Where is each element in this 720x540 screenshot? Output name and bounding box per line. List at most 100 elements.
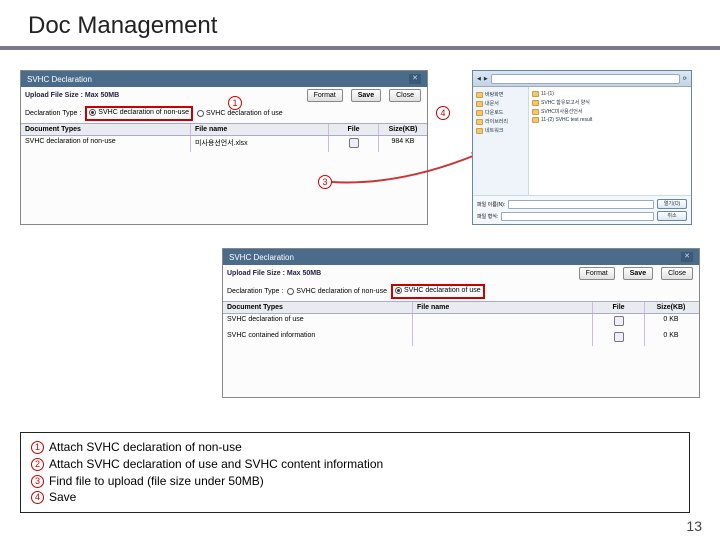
refresh-icon[interactable]: ⟳ xyxy=(683,76,687,82)
file-dialog: ◀ ▶ ⟳ 바탕화면 내문서 다운로드 라이브러리 네트워크 11-(1) SV… xyxy=(472,70,692,225)
folder-icon xyxy=(476,101,483,107)
legend-text: Attach SVHC declaration of non-use xyxy=(49,439,242,456)
radio-nonuse-2[interactable]: SVHC declaration of non-use xyxy=(287,288,387,295)
folder-icon xyxy=(476,92,483,98)
attach-icon[interactable] xyxy=(349,138,359,148)
legend-text: Save xyxy=(49,489,76,506)
sidebar-label: 바탕화면 xyxy=(485,91,503,98)
filename-input[interactable] xyxy=(508,200,654,209)
file-item[interactable]: 11-(1) xyxy=(532,90,688,98)
svhc-panel-1: SVHC Declaration ✕ Upload File Size : Ma… xyxy=(20,70,428,225)
legend-item-3: 3 Find file to upload (file size under 50… xyxy=(31,473,679,490)
th-filename-2: File name xyxy=(413,302,593,313)
file-label: 11-(2) SVHC test result xyxy=(541,117,592,123)
panel2-close-icon[interactable]: ✕ xyxy=(681,252,693,262)
file-item[interactable]: SVHC 함유보고서 양식 xyxy=(532,98,688,107)
cell-fileicon[interactable] xyxy=(329,136,379,152)
th-file-2: File xyxy=(593,302,645,313)
radio-nonuse-label-2: SVHC declaration of non-use xyxy=(296,288,387,295)
legend-text: Attach SVHC declaration of use and SVHC … xyxy=(49,456,383,473)
sidebar-item[interactable]: 네트워크 xyxy=(476,126,525,135)
cell-filename: 미사용선언서.xlsx xyxy=(191,136,329,152)
legend-item-1: 1Attach SVHC declaration of non-use xyxy=(31,439,679,456)
sidebar-item[interactable]: 내문서 xyxy=(476,99,525,108)
folder-icon xyxy=(476,119,483,125)
file-dialog-footer: 파일 이름(N): 열기(O) 파일 형식: 취소 xyxy=(473,195,691,223)
cell-size: 0 KB xyxy=(645,330,697,346)
cell-doctype: SVHC declaration of non-use xyxy=(21,136,191,152)
sidebar-label: 라이브러리 xyxy=(485,118,508,125)
back-icon[interactable]: ◀ xyxy=(477,76,481,82)
cell-fileicon[interactable] xyxy=(593,330,645,346)
th-file: File xyxy=(329,124,379,135)
title-underline xyxy=(0,46,720,50)
radio-use[interactable]: SVHC declaration of use xyxy=(197,110,283,117)
declaration-type-label: Declaration Type : xyxy=(25,110,81,117)
panel1-title: SVHC Declaration xyxy=(27,75,92,84)
file-item[interactable]: 11-(2) SVHC test result xyxy=(532,116,688,124)
close-button-2[interactable]: Close xyxy=(661,267,693,280)
folder-icon xyxy=(532,91,539,97)
folder-icon xyxy=(532,109,539,115)
format-button-2[interactable]: Format xyxy=(579,267,615,280)
file-label: 11-(1) xyxy=(541,91,554,97)
close-button[interactable]: Close xyxy=(389,89,421,102)
cell-size: 984 KB xyxy=(379,136,427,152)
file-dialog-header: ◀ ▶ ⟳ xyxy=(473,71,691,87)
th-size-2: Size(KB) xyxy=(645,302,697,313)
sidebar-item[interactable]: 바탕화면 xyxy=(476,90,525,99)
legend-box: 1Attach SVHC declaration of non-use 2 Att… xyxy=(20,432,690,513)
content-canvas: SVHC Declaration ✕ Upload File Size : Ma… xyxy=(0,60,720,495)
declaration-type-label-2: Declaration Type : xyxy=(227,288,283,295)
page-title: Doc Management xyxy=(0,0,720,46)
open-button[interactable]: 열기(O) xyxy=(657,199,687,209)
panel2-table-header: Document Types File name File Size(KB) xyxy=(223,301,699,314)
legend-text: Find file to upload (file size under 50M… xyxy=(49,473,264,490)
anno-3: 3 xyxy=(318,175,332,189)
folder-icon xyxy=(532,100,539,106)
filetype-select[interactable] xyxy=(501,212,654,221)
panel2-title: SVHC Declaration xyxy=(229,253,294,262)
attach-icon[interactable] xyxy=(614,316,624,326)
radio-nonuse[interactable]: SVHC declaration of non-use xyxy=(89,109,189,116)
legend-num: 3 xyxy=(31,475,44,488)
cell-doctype: SVHC contained information xyxy=(223,330,413,346)
page-number: 13 xyxy=(686,518,702,534)
table-row: SVHC contained information 0 KB xyxy=(223,330,699,346)
upload-size-label-2: Upload File Size : Max 50MB xyxy=(227,270,321,277)
cell-filename xyxy=(413,330,593,346)
format-button[interactable]: Format xyxy=(307,89,343,102)
th-size: Size(KB) xyxy=(379,124,427,135)
file-list: 11-(1) SVHC 함유보고서 양식 SVHC미사용선언서 11-(2) S… xyxy=(529,87,691,195)
attach-icon[interactable] xyxy=(614,332,624,342)
sidebar-item[interactable]: 라이브러리 xyxy=(476,117,525,126)
filename-label: 파일 이름(N): xyxy=(477,201,505,208)
panel1-header: SVHC Declaration ✕ xyxy=(21,71,427,87)
sidebar-item[interactable]: 다운로드 xyxy=(476,108,525,117)
upload-size-label: Upload File Size : Max 50MB xyxy=(25,92,119,99)
save-button[interactable]: Save xyxy=(351,89,381,102)
radio-use-label-2: SVHC declaration of use xyxy=(404,287,481,294)
folder-icon xyxy=(476,128,483,134)
path-crumb[interactable] xyxy=(491,74,680,84)
radio-nonuse-highlight: SVHC declaration of non-use xyxy=(85,106,193,121)
folder-icon xyxy=(476,110,483,116)
sidebar-label: 네트워크 xyxy=(485,127,503,134)
legend-num: 2 xyxy=(31,458,44,471)
file-label: SVHC 함유보고서 양식 xyxy=(541,99,590,106)
legend-item-4: 4Save xyxy=(31,489,679,506)
cell-size: 0 KB xyxy=(645,314,697,330)
panel1-close-icon[interactable]: ✕ xyxy=(409,74,421,84)
file-item[interactable]: SVHC미사용선언서 xyxy=(532,107,688,116)
fwd-icon[interactable]: ▶ xyxy=(484,76,488,82)
cancel-button[interactable]: 취소 xyxy=(657,211,687,221)
save-button-2[interactable]: Save xyxy=(623,267,653,280)
radio-use-2[interactable]: SVHC declaration of use xyxy=(395,287,481,294)
sidebar-label: 내문서 xyxy=(485,100,499,107)
table-row: SVHC declaration of use 0 KB xyxy=(223,314,699,330)
cell-filename xyxy=(413,314,593,330)
anno-1: 1 xyxy=(228,96,242,110)
svhc-panel-2: SVHC Declaration ✕ Upload File Size : Ma… xyxy=(222,248,700,398)
th-doctype-2: Document Types xyxy=(223,302,413,313)
cell-fileicon[interactable] xyxy=(593,314,645,330)
